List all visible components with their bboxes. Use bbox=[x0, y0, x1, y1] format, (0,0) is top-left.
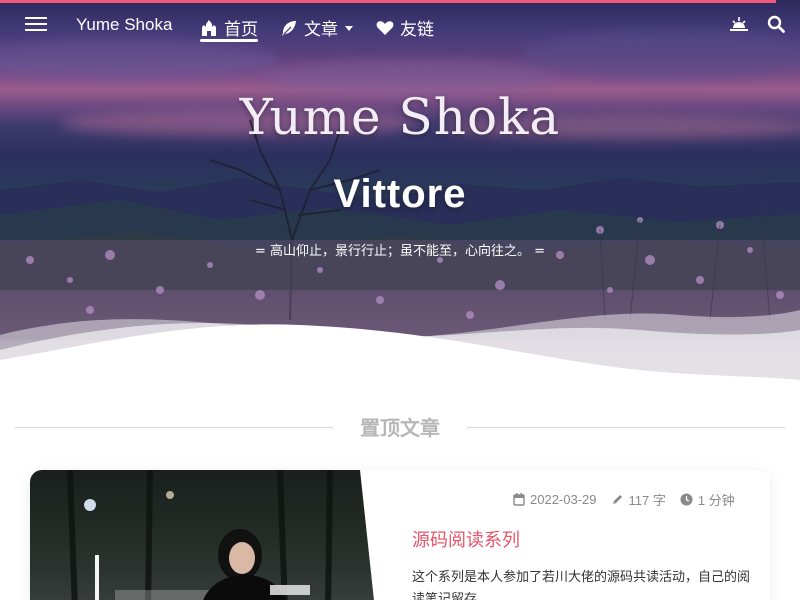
wave-divider bbox=[0, 310, 800, 390]
pinned-post-card[interactable]: 2022-03-29 117 字 1 分钟 源码阅读系列 这个系列是本人参加了若… bbox=[30, 470, 770, 600]
menu-toggle-button[interactable] bbox=[24, 15, 48, 33]
brand-text: Yume Shoka bbox=[76, 15, 173, 34]
calendar-icon bbox=[513, 493, 525, 506]
post-read-time: 1 分钟 bbox=[680, 490, 735, 509]
active-indicator bbox=[200, 39, 258, 42]
post-read-time-text: 1 分钟 bbox=[697, 493, 735, 508]
post-cover-image[interactable] bbox=[30, 470, 375, 600]
post-title-link[interactable]: 源码阅读系列 bbox=[412, 526, 520, 552]
feather-icon bbox=[282, 20, 296, 36]
hamburger-icon bbox=[25, 17, 47, 31]
cover-photo bbox=[67, 470, 333, 600]
search-icon bbox=[767, 15, 785, 33]
heart-icon bbox=[376, 20, 394, 35]
caret-down-icon bbox=[345, 25, 353, 31]
site-subtitle: Vittore bbox=[333, 172, 467, 216]
theme-toggle-button[interactable] bbox=[729, 15, 749, 33]
hero-banner: Yume Shoka 首页 文章 友链 Yume Shoka Vittore =… bbox=[0, 0, 800, 390]
site-motto: = 高山仰止，景行行止；虽不能至，心向往之。 = bbox=[254, 244, 546, 259]
section-heading: 置顶文章 bbox=[15, 412, 785, 442]
nav-item-articles[interactable]: 文章 bbox=[280, 15, 354, 40]
nav-friends-label: 友链 bbox=[400, 20, 434, 39]
nav-item-friends[interactable]: 友链 bbox=[376, 15, 434, 40]
nav-item-home[interactable]: 首页 bbox=[200, 15, 258, 40]
section-title: 置顶文章 bbox=[360, 416, 440, 440]
post-word-count-text: 117 字 bbox=[628, 493, 666, 508]
post-date: 2022-03-29 bbox=[513, 490, 597, 509]
brand-link[interactable]: Yume Shoka bbox=[76, 15, 172, 35]
clock-icon bbox=[680, 493, 693, 506]
post-meta: 2022-03-29 117 字 1 分钟 bbox=[513, 490, 735, 509]
post-excerpt: 这个系列是本人参加了若川大佬的源码共读活动，自己的阅读笔记留存。 bbox=[412, 570, 751, 600]
nav-home-label: 首页 bbox=[224, 20, 258, 39]
navbar: Yume Shoka 首页 文章 友链 bbox=[0, 0, 800, 52]
main-content: 置顶文章 2022-03-29 117 字 1 分钟 源码阅读系列 这个系列是本… bbox=[0, 390, 800, 600]
castle-icon bbox=[202, 19, 216, 36]
sunrise-icon bbox=[730, 17, 748, 31]
search-button[interactable] bbox=[767, 15, 785, 33]
post-word-count: 117 字 bbox=[611, 490, 666, 509]
nav-articles-label: 文章 bbox=[304, 20, 338, 39]
post-date-text: 2022-03-29 bbox=[530, 492, 597, 507]
site-title: Yume Shoka bbox=[239, 88, 561, 146]
pen-icon bbox=[612, 495, 622, 504]
